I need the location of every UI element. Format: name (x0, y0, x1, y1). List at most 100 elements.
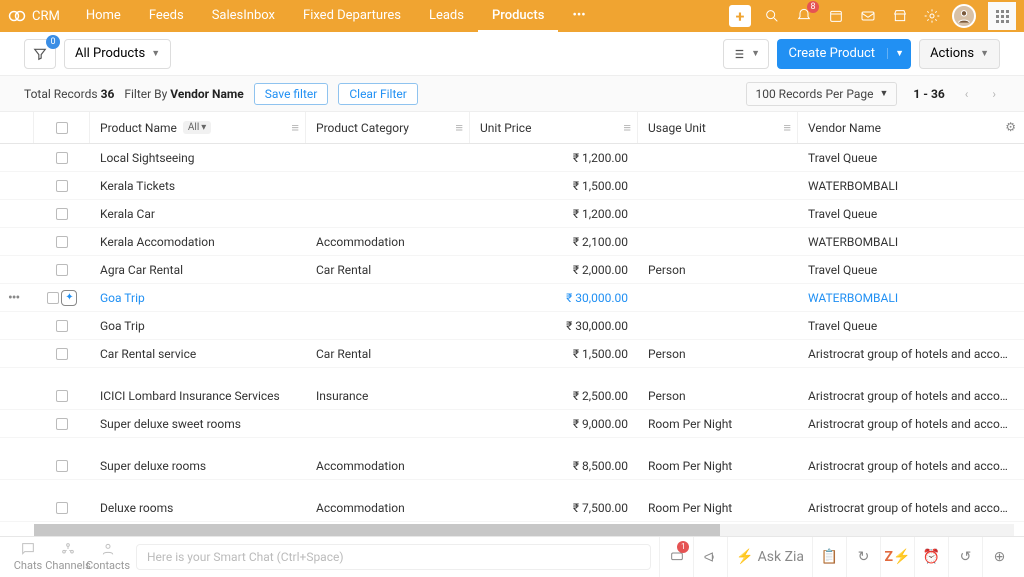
nav-item-products[interactable]: Products (478, 0, 558, 32)
bottom-clipboard-icon[interactable]: 📋 (812, 537, 846, 577)
cell-product-name[interactable]: Agra Car Rental (90, 263, 306, 277)
col-menu-icon[interactable]: ≡ (291, 120, 299, 136)
view-selector[interactable]: All Products ▼ (64, 39, 171, 69)
row-select[interactable] (34, 320, 90, 332)
bottom-clock-icon[interactable]: ⏰ (914, 537, 948, 577)
brand-logo[interactable]: CRM (8, 7, 60, 25)
col-price[interactable]: Unit Price≡ (470, 112, 638, 143)
smart-chat-search[interactable] (136, 544, 651, 570)
cell-product-name[interactable]: Super deluxe sweet rooms (90, 417, 306, 431)
checkbox[interactable] (56, 208, 68, 220)
cell-product-name[interactable]: Local Sightseeing (90, 151, 306, 165)
row-select[interactable] (34, 390, 90, 402)
apps-grid-button[interactable] (988, 2, 1016, 30)
table-row[interactable]: ICICI Lombard Insurance ServicesInsuranc… (0, 382, 1024, 410)
cell-product-name[interactable]: Goa Trip (90, 291, 306, 305)
cell-vendor[interactable]: Aristrocrat group of hotels and accomoda… (798, 501, 1024, 515)
cell-vendor[interactable]: WATERBOMBALI (798, 291, 1024, 305)
bottom-announce-icon[interactable] (693, 537, 727, 577)
create-dropdown[interactable]: ▼ (887, 48, 911, 59)
row-select[interactable] (34, 208, 90, 220)
row-select[interactable] (34, 502, 90, 514)
row-select[interactable] (34, 264, 90, 276)
checkbox[interactable] (56, 390, 68, 402)
notifications-button[interactable]: 8 (790, 2, 818, 30)
search-button[interactable] (758, 2, 786, 30)
cell-product-name[interactable]: Kerala Tickets (90, 179, 306, 193)
row-select[interactable] (34, 236, 90, 248)
table-row[interactable]: Car Rental serviceCar Rental₹ 1,500.00Pe… (0, 340, 1024, 368)
table-row[interactable]: Kerala Car₹ 1,200.00Travel Queue (0, 200, 1024, 228)
bottom-add-icon[interactable]: ⊕ (982, 537, 1016, 577)
bottom-tab-contacts[interactable]: Contacts (88, 537, 128, 577)
create-product-button[interactable]: Create Product ▼ (777, 39, 912, 69)
checkbox[interactable] (56, 460, 68, 472)
cell-vendor[interactable]: Aristrocrat group of hotels and accomoda… (798, 417, 1024, 431)
page-prev[interactable]: ‹ (961, 87, 973, 101)
bottom-chat-icon[interactable]: 1 (659, 537, 693, 577)
checkbox[interactable] (56, 502, 68, 514)
filter-toggle[interactable]: 0 (24, 39, 56, 69)
cell-product-name[interactable]: Goa Trip (90, 319, 306, 333)
bottom-tab-channels[interactable]: Channels (48, 537, 88, 577)
horizontal-scrollbar[interactable] (34, 524, 1014, 536)
table-row[interactable]: Local Sightseeing₹ 1,200.00Travel Queue (0, 144, 1024, 172)
nav-item-leads[interactable]: Leads (415, 0, 478, 32)
bottom-refresh-icon[interactable]: ↻ (846, 537, 880, 577)
row-select[interactable] (34, 152, 90, 164)
cell-product-name[interactable]: Deluxe rooms (90, 501, 306, 515)
cell-vendor[interactable]: WATERBOMBALI (798, 235, 1024, 249)
col-menu-icon[interactable]: ≡ (783, 120, 791, 136)
cell-vendor[interactable]: Travel Queue (798, 263, 1024, 277)
cell-vendor[interactable]: WATERBOMBALI (798, 179, 1024, 193)
bottom-history-icon[interactable]: ↺ (948, 537, 982, 577)
checkbox[interactable] (56, 236, 68, 248)
settings-button[interactable] (918, 2, 946, 30)
select-all-col[interactable] (34, 112, 90, 143)
table-row[interactable]: Super deluxe sweet rooms₹ 9,000.00Room P… (0, 410, 1024, 438)
ask-zia-button[interactable]: ⚡Ask Zia (727, 537, 812, 577)
col-menu-icon[interactable]: ≡ (455, 120, 463, 136)
nav-item--[interactable]: ••• (558, 0, 599, 32)
table-settings-icon[interactable]: ⚙ (1005, 120, 1016, 134)
table-row[interactable]: Agra Car RentalCar Rental₹ 2,000.00Perso… (0, 256, 1024, 284)
checkbox[interactable] (56, 418, 68, 430)
bottom-zia-icon[interactable]: Z⚡ (880, 537, 914, 577)
checkbox[interactable] (56, 348, 68, 360)
cell-product-name[interactable]: Kerala Accomodation (90, 235, 306, 249)
layout-mode[interactable]: ▼ (723, 39, 769, 69)
smart-chat-input[interactable] (136, 544, 651, 570)
add-button[interactable]: + (726, 2, 754, 30)
col-menu-icon[interactable]: ≡ (623, 120, 631, 136)
cell-vendor[interactable]: Aristrocrat group of hotels and accomoda… (798, 389, 1024, 403)
records-per-page[interactable]: 100 Records Per Page ▼ (746, 82, 897, 106)
col-product-name[interactable]: Product Name All ▾ ≡ (90, 112, 306, 143)
table-row[interactable]: Kerala AccomodationAccommodation₹ 2,100.… (0, 228, 1024, 256)
nav-item-feeds[interactable]: Feeds (135, 0, 198, 32)
cell-vendor[interactable]: Travel Queue (798, 151, 1024, 165)
page-next[interactable]: › (988, 87, 1000, 101)
profile-avatar[interactable] (950, 2, 978, 30)
col-category[interactable]: Product Category≡ (306, 112, 470, 143)
save-filter-button[interactable]: Save filter (254, 83, 329, 105)
name-filter-tag[interactable]: All ▾ (183, 121, 211, 134)
cell-product-name[interactable]: Car Rental service (90, 347, 306, 361)
nav-item-fixed-departures[interactable]: Fixed Departures (289, 0, 415, 32)
scrollbar-thumb[interactable] (34, 524, 720, 536)
checkbox[interactable] (56, 152, 68, 164)
checkbox[interactable] (47, 292, 59, 304)
cell-product-name[interactable]: ICICI Lombard Insurance Services (90, 389, 306, 403)
cell-product-name[interactable]: Kerala Car (90, 207, 306, 221)
cell-vendor[interactable]: Travel Queue (798, 319, 1024, 333)
mail-button[interactable] (854, 2, 882, 30)
bottom-tab-chats[interactable]: Chats (8, 537, 48, 577)
cell-vendor[interactable]: Aristrocrat group of hotels and accomoda… (798, 459, 1024, 473)
table-row[interactable]: ••• ✦Goa Trip₹ 30,000.00WATERBOMBALI (0, 284, 1024, 312)
cell-product-name[interactable]: Super deluxe rooms (90, 459, 306, 473)
calendar-button[interactable] (822, 2, 850, 30)
table-row[interactable]: Deluxe roomsAccommodation₹ 7,500.00Room … (0, 494, 1024, 522)
row-star-icon[interactable]: ✦ (61, 290, 77, 306)
actions-menu[interactable]: Actions ▼ (919, 39, 1000, 69)
table-row[interactable]: Goa Trip₹ 30,000.00Travel Queue (0, 312, 1024, 340)
col-usage[interactable]: Usage Unit≡ (638, 112, 798, 143)
